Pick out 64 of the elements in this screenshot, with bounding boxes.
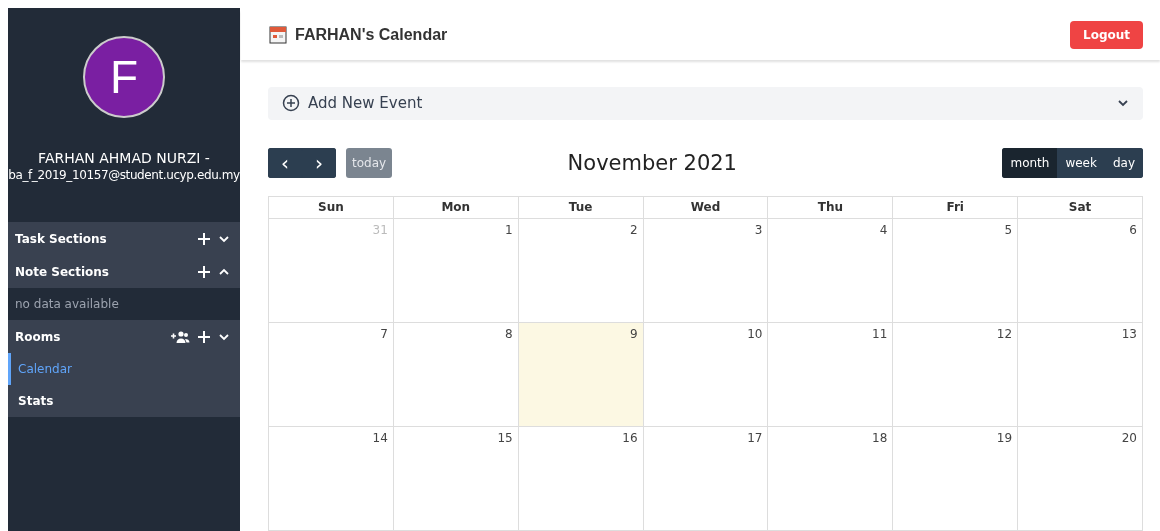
weekday-header: Sun [269, 197, 394, 219]
day-cell[interactable]: 20 [1018, 427, 1143, 531]
calendar-icon [269, 26, 287, 44]
day-number: 4 [878, 222, 889, 239]
day-cell[interactable]: 10 [643, 323, 769, 427]
day-number: 15 [496, 430, 514, 447]
day-number: 10 [746, 326, 764, 343]
user-name: FARHAN AHMAD NURZI - [38, 150, 210, 166]
add-people-icon[interactable] [170, 329, 190, 344]
day-cell[interactable]: 11 [768, 323, 894, 427]
day-cell[interactable]: 7 [269, 323, 394, 427]
day-cell[interactable]: 9 [518, 323, 644, 427]
plus-icon[interactable] [197, 264, 211, 279]
day-number: 6 [1128, 222, 1138, 239]
day-cell[interactable]: 15 [393, 427, 519, 531]
day-cell[interactable]: 3 [643, 219, 769, 323]
day-number: 14 [371, 430, 389, 447]
day-cell[interactable]: 4 [768, 219, 894, 323]
plus-icon[interactable] [197, 329, 211, 344]
day-number: 12 [995, 326, 1014, 343]
weekday-header: Fri [893, 197, 1019, 219]
day-number: 3 [753, 222, 764, 239]
day-cell[interactable]: 6 [1018, 219, 1143, 323]
day-cell[interactable]: 8 [393, 323, 519, 427]
weekday-header: Wed [643, 197, 769, 219]
day-number: 13 [1120, 326, 1138, 343]
month-title: November 2021 [566, 151, 738, 175]
day-cell[interactable]: 17 [643, 427, 769, 531]
day-number: 18 [871, 430, 889, 447]
weekday-header: Mon [393, 197, 519, 219]
day-cell[interactable]: 13 [1018, 323, 1143, 427]
day-number: 19 [995, 430, 1014, 447]
view-button[interactable]: month [1002, 148, 1058, 178]
day-number: 5 [1003, 222, 1014, 239]
day-cell[interactable]: 12 [893, 323, 1019, 427]
day-number: 17 [746, 430, 764, 447]
day-cell[interactable]: 18 [768, 427, 894, 531]
day-number: 1 [504, 222, 514, 239]
day-number: 9 [628, 326, 639, 343]
day-number: 8 [504, 326, 514, 343]
page-title: FARHAN's Calendar [295, 26, 449, 44]
day-cell[interactable]: 5 [893, 219, 1019, 323]
day-number: 31 [371, 222, 389, 239]
sidebar-item[interactable]: Calendar [8, 353, 240, 385]
weekday-header: Tue [518, 197, 644, 219]
user-email: ba_f_2019_10157@student.ucyp.edu.my [8, 168, 240, 182]
day-number: 16 [621, 430, 639, 447]
logout-button[interactable]: Logout [1070, 21, 1143, 49]
user-avatar: F [83, 36, 165, 118]
day-cell[interactable]: 14 [269, 427, 394, 531]
day-cell[interactable]: 16 [518, 427, 644, 531]
day-number: 11 [871, 326, 889, 343]
weekday-header: Thu [768, 197, 894, 219]
add-event-panel[interactable]: Add New Event [268, 87, 1143, 120]
day-number: 20 [1120, 430, 1138, 447]
plus-icon[interactable] [197, 231, 211, 246]
day-number: 7 [379, 326, 389, 343]
day-cell[interactable]: 1 [393, 219, 519, 323]
sidebar-item[interactable]: Stats [8, 385, 240, 417]
day-number: 2 [628, 222, 639, 239]
add-event-label: Add New Event [308, 94, 424, 113]
day-cell[interactable]: 19 [893, 427, 1019, 531]
weekday-header: Sat [1018, 197, 1143, 219]
plus-circle-icon [282, 94, 300, 113]
